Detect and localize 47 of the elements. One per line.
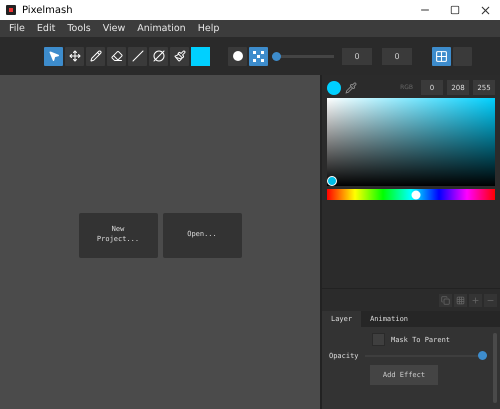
- saturation-value-area[interactable]: [327, 98, 495, 186]
- layer-action-button[interactable]: [454, 294, 467, 306]
- menu-item[interactable]: Animation: [132, 23, 191, 34]
- opacity-slider[interactable]: [364, 351, 487, 360]
- color-swatch[interactable]: [191, 46, 210, 66]
- tool-button[interactable]: [170, 46, 189, 66]
- grid-icon: [435, 50, 448, 62]
- tool-button[interactable]: [128, 46, 147, 66]
- menu-item[interactable]: View: [98, 23, 130, 34]
- pointer-icon: [48, 50, 60, 62]
- maximize-icon[interactable]: [450, 5, 460, 15]
- app-logo-icon: [6, 5, 16, 15]
- slider-thumb[interactable]: [478, 351, 487, 360]
- checker-icon: [253, 50, 264, 62]
- offset-x-field[interactable]: 0: [342, 48, 372, 64]
- close-icon[interactable]: [478, 4, 492, 16]
- brush-icon: [174, 50, 186, 62]
- offset-y-field[interactable]: 0: [382, 48, 412, 64]
- brush-shape-button[interactable]: [249, 46, 268, 66]
- slider-thumb[interactable]: [272, 52, 281, 60]
- hue-thumb[interactable]: [412, 190, 421, 199]
- menu-item[interactable]: Help: [192, 23, 224, 34]
- slashed-circle-icon: [152, 50, 164, 62]
- eyedropper-icon[interactable]: [345, 82, 357, 94]
- eraser-icon: [110, 50, 122, 62]
- menu-item[interactable]: Edit: [32, 23, 60, 34]
- circle-icon: [232, 51, 242, 61]
- brush-shape-button[interactable]: [228, 46, 247, 66]
- plus-icon: [471, 296, 480, 304]
- hue-slider[interactable]: [327, 189, 495, 200]
- view-mode-button[interactable]: [432, 46, 451, 66]
- layer-action-button[interactable]: [439, 294, 452, 306]
- menu-item[interactable]: Tools: [62, 23, 96, 34]
- dotted-grid-icon: [456, 296, 465, 304]
- brush-size-slider[interactable]: [272, 52, 334, 60]
- tool-button[interactable]: [86, 46, 105, 66]
- window-title: Pixelmash: [22, 4, 73, 16]
- pencil-icon: [90, 50, 102, 62]
- tool-button[interactable]: [44, 46, 63, 66]
- tool-button[interactable]: [149, 46, 168, 66]
- copy-icon: [441, 296, 450, 304]
- tool-button[interactable]: [107, 46, 126, 66]
- line-icon: [132, 50, 144, 62]
- move-icon: [68, 50, 80, 62]
- saturation-thumb[interactable]: [327, 176, 337, 186]
- tool-button[interactable]: [65, 46, 84, 66]
- menu-item[interactable]: File: [4, 23, 30, 34]
